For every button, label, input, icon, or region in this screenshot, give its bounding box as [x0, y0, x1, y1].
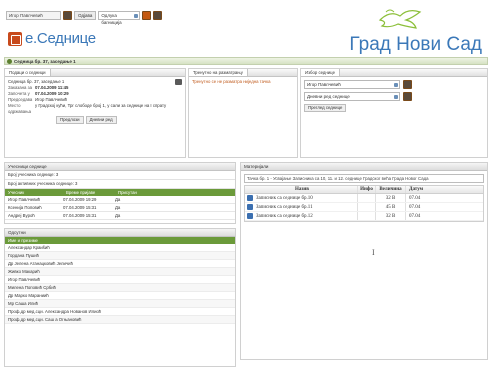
location-label: Место одржавања: [8, 103, 31, 114]
agenda-select[interactable]: Дневни ред седнице: [304, 92, 400, 101]
member-select[interactable]: Игор Павлчевић: [304, 80, 400, 89]
user-field[interactable]: Игор Павлчевић: [6, 11, 61, 20]
current-tabbar: Тренутно на разматрању: [189, 69, 297, 77]
choose-tabbar: Избор седнице: [301, 69, 487, 77]
brand-title: Град Нови Сад: [349, 34, 482, 55]
document-title[interactable]: Записник са седнице бр.12: [256, 212, 313, 221]
participant-time: 07.04.2009 15:31: [63, 205, 97, 210]
document-info: [357, 194, 375, 202]
document-title[interactable]: Записник са седнице бр.10: [256, 194, 313, 203]
choose-session-panel: Избор седнице Игор Павлчевић Дневни ред …: [300, 68, 488, 158]
col-participant[interactable]: Учесник: [5, 189, 63, 196]
proposals-button[interactable]: Предлози: [56, 116, 84, 124]
col-name[interactable]: Име и презиме: [5, 237, 38, 244]
participant-time: 07.04.2009 19:29: [63, 197, 97, 202]
details-tabbar: Подаци о седници: [5, 69, 185, 77]
document-title[interactable]: Записник са седнице бр.11: [256, 203, 313, 212]
absent-head: Одсутни: [5, 229, 235, 237]
document-date: 07.04: [405, 212, 465, 220]
list-item[interactable]: Игор Павлчевић: [5, 276, 235, 284]
top-toolbar: Игор Павлчевић Одјава Одлука багниција: [6, 10, 163, 25]
document-info: [357, 203, 375, 211]
participants-panel: Учесници седнице Број учесника седнице: …: [4, 162, 236, 224]
document-date: 07.04: [405, 194, 465, 202]
participant-present: Да: [115, 197, 121, 202]
table-row[interactable]: Ксенија Поповић 07.04.2009 15:31 Да: [5, 204, 235, 212]
list-item[interactable]: Гордана Пушић: [5, 252, 235, 260]
tab-session-details[interactable]: Подаци о седници: [5, 69, 51, 76]
participant-time: 07.04.2009 15:31: [63, 213, 97, 218]
edit-icon[interactable]: [175, 79, 182, 85]
col-title[interactable]: Назив: [245, 186, 357, 193]
tab-current[interactable]: Тренутно на разматрању: [189, 69, 248, 76]
list-item[interactable]: Милена Поповић Србић: [5, 284, 235, 292]
list-icon[interactable]: [403, 92, 412, 101]
view-session-button[interactable]: Преглед седнице: [304, 104, 347, 112]
list-item[interactable]: Др Марко Мараниић: [5, 292, 235, 300]
agenda-item-select[interactable]: Тачка бр. 1 - Усвајање Записника са 10, …: [244, 174, 484, 183]
dove-icon: [378, 9, 422, 29]
logo-icon: [8, 31, 22, 46]
participants-count: Број учесника седнице: 3: [5, 171, 235, 180]
list-item[interactable]: Александар Краиšић: [5, 244, 235, 252]
materials-panel: Материјали Тачка бр. 1 - Усвајање Записн…: [240, 162, 488, 360]
table-row[interactable]: Андреј Вуроћ 07.04.2009 15:31 Да: [5, 212, 235, 220]
document-info: [357, 212, 375, 220]
document-icon: [247, 195, 253, 201]
logout-button[interactable]: Одјава: [74, 11, 97, 20]
session-select[interactable]: Одлука багниција: [98, 11, 141, 25]
session-icon: [7, 58, 12, 64]
session-title: Седница бр. 37, заседање 1: [14, 58, 76, 64]
participant-present: Да: [115, 213, 121, 218]
text-cursor-icon: I: [372, 248, 375, 257]
location-value: у Градској кући, Трг слободе број 1, у с…: [35, 103, 167, 108]
home-icon[interactable]: [142, 11, 152, 20]
agenda-button[interactable]: Дневни ред: [85, 116, 117, 124]
col-login-time[interactable]: Време пријаве: [63, 189, 115, 196]
session-bar: Седница бр. 37, заседање 1: [4, 57, 488, 65]
document-size: 32 B: [375, 194, 405, 202]
participant-name: Ксенија Поповић: [8, 205, 42, 210]
participant-present: Да: [115, 205, 121, 210]
document-size: 45 B: [375, 203, 405, 211]
materials-head: Материјали: [241, 163, 487, 171]
list-item[interactable]: Др Јелена Атанацковић Јеличић: [5, 260, 235, 268]
current-item-panel: Тренутно на разматрању Тренутно се не ра…: [188, 68, 298, 158]
user-icon[interactable]: [63, 11, 72, 20]
list-item[interactable]: Проф.др мед.сци. Александра Нованов Илио…: [5, 308, 235, 316]
list-item[interactable]: Проф.др мед.сци. Саш а Огњановић: [5, 316, 235, 324]
document-date: 07.04: [405, 203, 465, 211]
col-date[interactable]: Датум: [405, 186, 465, 193]
list-item[interactable]: Мр Саша Илић: [5, 300, 235, 308]
app-logo: e.Седнице: [8, 30, 96, 47]
table-row[interactable]: Записник са седнице бр.12 32 B 07.04: [245, 212, 483, 221]
document-icon: [247, 213, 253, 219]
session-details-panel: Подаци о седници Седница бр. 37, заседањ…: [4, 68, 186, 158]
participants-active: Број активних учесника седнице: 3: [5, 180, 235, 189]
absent-columns: Име и презиме: [5, 237, 235, 244]
col-present[interactable]: Присутан: [115, 189, 155, 196]
list-item[interactable]: Живко Макарић: [5, 268, 235, 276]
absent-panel: Одсутни Име и презиме Александар Краиšић…: [4, 228, 236, 367]
documents-table: Назив Инфо Величина Датум Записник са се…: [244, 185, 484, 222]
print-icon[interactable]: [153, 11, 163, 20]
col-size[interactable]: Величина: [375, 186, 405, 193]
table-row[interactable]: Игор Павлчевић 07.04.2009 19:29 Да: [5, 196, 235, 204]
document-icon: [247, 204, 253, 210]
confirm-icon[interactable]: [403, 80, 412, 89]
document-size: 32 B: [375, 212, 405, 220]
participants-columns: Учесник Време пријаве Присутан: [5, 189, 235, 196]
participants-head: Учесници седнице: [5, 163, 235, 171]
participant-name: Игор Павлчевић: [8, 197, 41, 202]
col-info[interactable]: Инфо: [357, 186, 375, 193]
app-logo-text: e.Седнице: [25, 30, 96, 47]
tab-choose[interactable]: Избор седнице: [301, 69, 340, 76]
participant-name: Андреј Вуроћ: [8, 213, 35, 218]
current-item-text: Тренутно се не разматра ниједна тачка: [192, 79, 271, 84]
